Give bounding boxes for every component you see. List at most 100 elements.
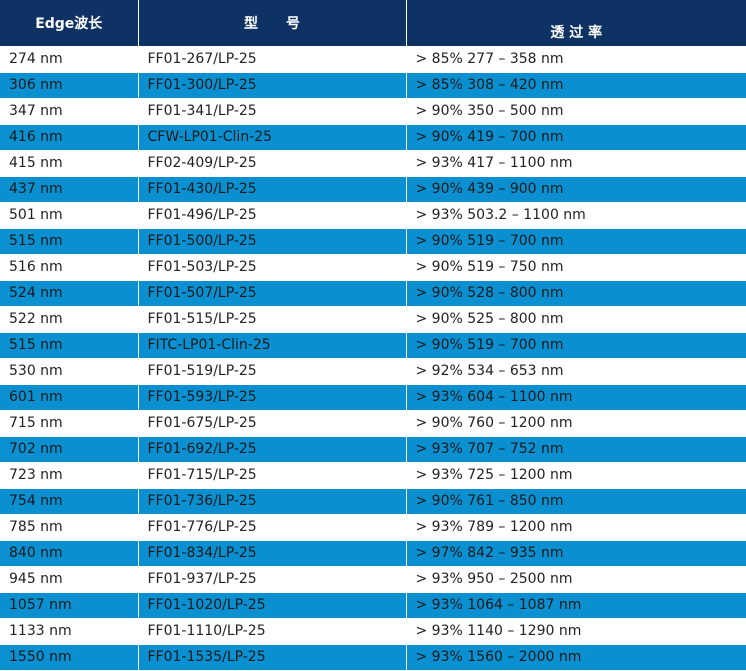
transmission-cell: > 90% 525 – 800 nm <box>406 306 746 333</box>
transmission-cell: > 85% 308 – 420 nm <box>406 72 746 99</box>
model-cell: FF01-300/LP-25 <box>138 72 407 99</box>
model-cell: FF01-715/LP-25 <box>138 462 407 489</box>
table-row: 501 nm FF01-496/LP-25 > 93% 503.2 – 1100 n… <box>0 202 746 229</box>
header-model: 型 号 <box>138 0 407 47</box>
table-row: 437 nm FF01-430/LP-25 > 90% 439 – 900 nm <box>0 176 746 203</box>
table-row: 416 nm CFW-LP01-Clin-25 > 90% 419 – 700 nm <box>0 124 746 151</box>
edge-wavelength-cell: 274 nm <box>0 46 139 73</box>
filter-spec-table: Edge波长 型 号 透 过 率 274 nm FF01-267/LP-25 > 8… <box>0 0 746 671</box>
table-row: 1550 nm FF01-1535/LP-25 > 93% 1560 – 2000 … <box>0 644 746 671</box>
model-cell: FF01-515/LP-25 <box>138 306 407 333</box>
edge-wavelength-cell: 415 nm <box>0 150 139 177</box>
transmission-cell: > 93% 503.2 – 1100 nm <box>406 202 746 229</box>
table-row: 785 nm FF01-776/LP-25 > 93% 789 – 1200 nm <box>0 514 746 541</box>
edge-wavelength-cell: 437 nm <box>0 176 139 203</box>
edge-wavelength-cell: 601 nm <box>0 384 139 411</box>
table-row: 1057 nm FF01-1020/LP-25 > 93% 1064 – 1087 … <box>0 592 746 619</box>
edge-wavelength-cell: 723 nm <box>0 462 139 489</box>
table-row: 515 nm FF01-500/LP-25 > 90% 519 – 700 nm <box>0 228 746 255</box>
edge-wavelength-cell: 715 nm <box>0 410 139 437</box>
model-cell: FF01-1110/LP-25 <box>138 618 407 645</box>
transmission-cell: > 93% 950 – 2500 nm <box>406 566 746 593</box>
table-body: 274 nm FF01-267/LP-25 > 85% 277 – 358 nm 30… <box>0 46 746 671</box>
edge-wavelength-cell: 1133 nm <box>0 618 139 645</box>
model-cell: FF01-834/LP-25 <box>138 540 407 567</box>
transmission-cell: > 90% 760 – 1200 nm <box>406 410 746 437</box>
model-cell: CFW-LP01-Clin-25 <box>138 124 407 151</box>
transmission-cell: > 93% 604 – 1100 nm <box>406 384 746 411</box>
table-row: 524 nm FF01-507/LP-25 > 90% 528 – 800 nm <box>0 280 746 307</box>
edge-wavelength-cell: 515 nm <box>0 332 139 359</box>
transmission-cell: > 97% 842 – 935 nm <box>406 540 746 567</box>
edge-wavelength-cell: 785 nm <box>0 514 139 541</box>
table-row: 945 nm FF01-937/LP-25 > 93% 950 – 2500 nm <box>0 566 746 593</box>
header-row: Edge波长 型 号 透 过 率 <box>0 0 746 47</box>
transmission-cell: > 85% 277 – 358 nm <box>406 46 746 73</box>
transmission-cell: > 90% 419 – 700 nm <box>406 124 746 151</box>
header-transmission: 透 过 率 <box>406 0 746 47</box>
transmission-cell: > 92% 534 – 653 nm <box>406 358 746 385</box>
transmission-cell: > 93% 417 – 1100 nm <box>406 150 746 177</box>
edge-wavelength-cell: 840 nm <box>0 540 139 567</box>
model-cell: FF01-500/LP-25 <box>138 228 407 255</box>
table-row: 516 nm FF01-503/LP-25 > 90% 519 – 750 nm <box>0 254 746 281</box>
transmission-cell: > 93% 725 – 1200 nm <box>406 462 746 489</box>
edge-wavelength-cell: 516 nm <box>0 254 139 281</box>
transmission-cell: > 90% 519 – 700 nm <box>406 228 746 255</box>
edge-wavelength-cell: 501 nm <box>0 202 139 229</box>
model-cell: FITC-LP01-Clin-25 <box>138 332 407 359</box>
edge-wavelength-cell: 1550 nm <box>0 644 139 671</box>
table-row: 715 nm FF01-675/LP-25 > 90% 760 – 1200 nm <box>0 410 746 437</box>
edge-wavelength-cell: 347 nm <box>0 98 139 125</box>
edge-wavelength-cell: 522 nm <box>0 306 139 333</box>
transmission-cell: > 90% 519 – 700 nm <box>406 332 746 359</box>
transmission-cell: > 93% 789 – 1200 nm <box>406 514 746 541</box>
model-cell: FF01-593/LP-25 <box>138 384 407 411</box>
model-cell: FF01-736/LP-25 <box>138 488 407 515</box>
model-cell: FF01-430/LP-25 <box>138 176 407 203</box>
model-cell: FF01-496/LP-25 <box>138 202 407 229</box>
edge-wavelength-cell: 702 nm <box>0 436 139 463</box>
table-row: 840 nm FF01-834/LP-25 > 97% 842 – 935 nm <box>0 540 746 567</box>
model-cell: FF01-1535/LP-25 <box>138 644 407 671</box>
model-cell: FF02-409/LP-25 <box>138 150 407 177</box>
model-cell: FF01-341/LP-25 <box>138 98 407 125</box>
model-cell: FF01-776/LP-25 <box>138 514 407 541</box>
table-header: Edge波长 型 号 透 过 率 <box>0 0 746 47</box>
table-row: 601 nm FF01-593/LP-25 > 93% 604 – 1100 nm <box>0 384 746 411</box>
table-row: 522 nm FF01-515/LP-25 > 90% 525 – 800 nm <box>0 306 746 333</box>
transmission-cell: > 93% 1064 – 1087 nm <box>406 592 746 619</box>
table-row: 306 nm FF01-300/LP-25 > 85% 308 – 420 nm <box>0 72 746 99</box>
transmission-cell: > 90% 350 – 500 nm <box>406 98 746 125</box>
table-row: 530 nm FF01-519/LP-25 > 92% 534 – 653 nm <box>0 358 746 385</box>
table-row: 515 nm FITC-LP01-Clin-25 > 90% 519 – 700 n… <box>0 332 746 359</box>
edge-wavelength-cell: 306 nm <box>0 72 139 99</box>
table-row: 702 nm FF01-692/LP-25 > 93% 707 – 752 nm <box>0 436 746 463</box>
transmission-cell: > 90% 439 – 900 nm <box>406 176 746 203</box>
transmission-cell: > 90% 528 – 800 nm <box>406 280 746 307</box>
model-cell: FF01-692/LP-25 <box>138 436 407 463</box>
edge-wavelength-cell: 515 nm <box>0 228 139 255</box>
transmission-cell: > 90% 761 – 850 nm <box>406 488 746 515</box>
table-row: 415 nm FF02-409/LP-25 > 93% 417 – 1100 nm <box>0 150 746 177</box>
transmission-cell: > 93% 707 – 752 nm <box>406 436 746 463</box>
transmission-cell: > 93% 1560 – 2000 nm <box>406 644 746 671</box>
table-row: 274 nm FF01-267/LP-25 > 85% 277 – 358 nm <box>0 46 746 73</box>
header-edge-wavelength: Edge波长 <box>0 0 139 47</box>
table-row: 754 nm FF01-736/LP-25 > 90% 761 – 850 nm <box>0 488 746 515</box>
model-cell: FF01-519/LP-25 <box>138 358 407 385</box>
edge-wavelength-cell: 416 nm <box>0 124 139 151</box>
edge-wavelength-cell: 945 nm <box>0 566 139 593</box>
model-cell: FF01-937/LP-25 <box>138 566 407 593</box>
transmission-cell: > 93% 1140 – 1290 nm <box>406 618 746 645</box>
table-row: 347 nm FF01-341/LP-25 > 90% 350 – 500 nm <box>0 98 746 125</box>
edge-wavelength-cell: 754 nm <box>0 488 139 515</box>
model-cell: FF01-675/LP-25 <box>138 410 407 437</box>
edge-wavelength-cell: 1057 nm <box>0 592 139 619</box>
edge-wavelength-cell: 530 nm <box>0 358 139 385</box>
model-cell: FF01-507/LP-25 <box>138 280 407 307</box>
table-row: 1133 nm FF01-1110/LP-25 > 93% 1140 – 1290 … <box>0 618 746 645</box>
model-cell: FF01-1020/LP-25 <box>138 592 407 619</box>
transmission-cell: > 90% 519 – 750 nm <box>406 254 746 281</box>
model-cell: FF01-267/LP-25 <box>138 46 407 73</box>
